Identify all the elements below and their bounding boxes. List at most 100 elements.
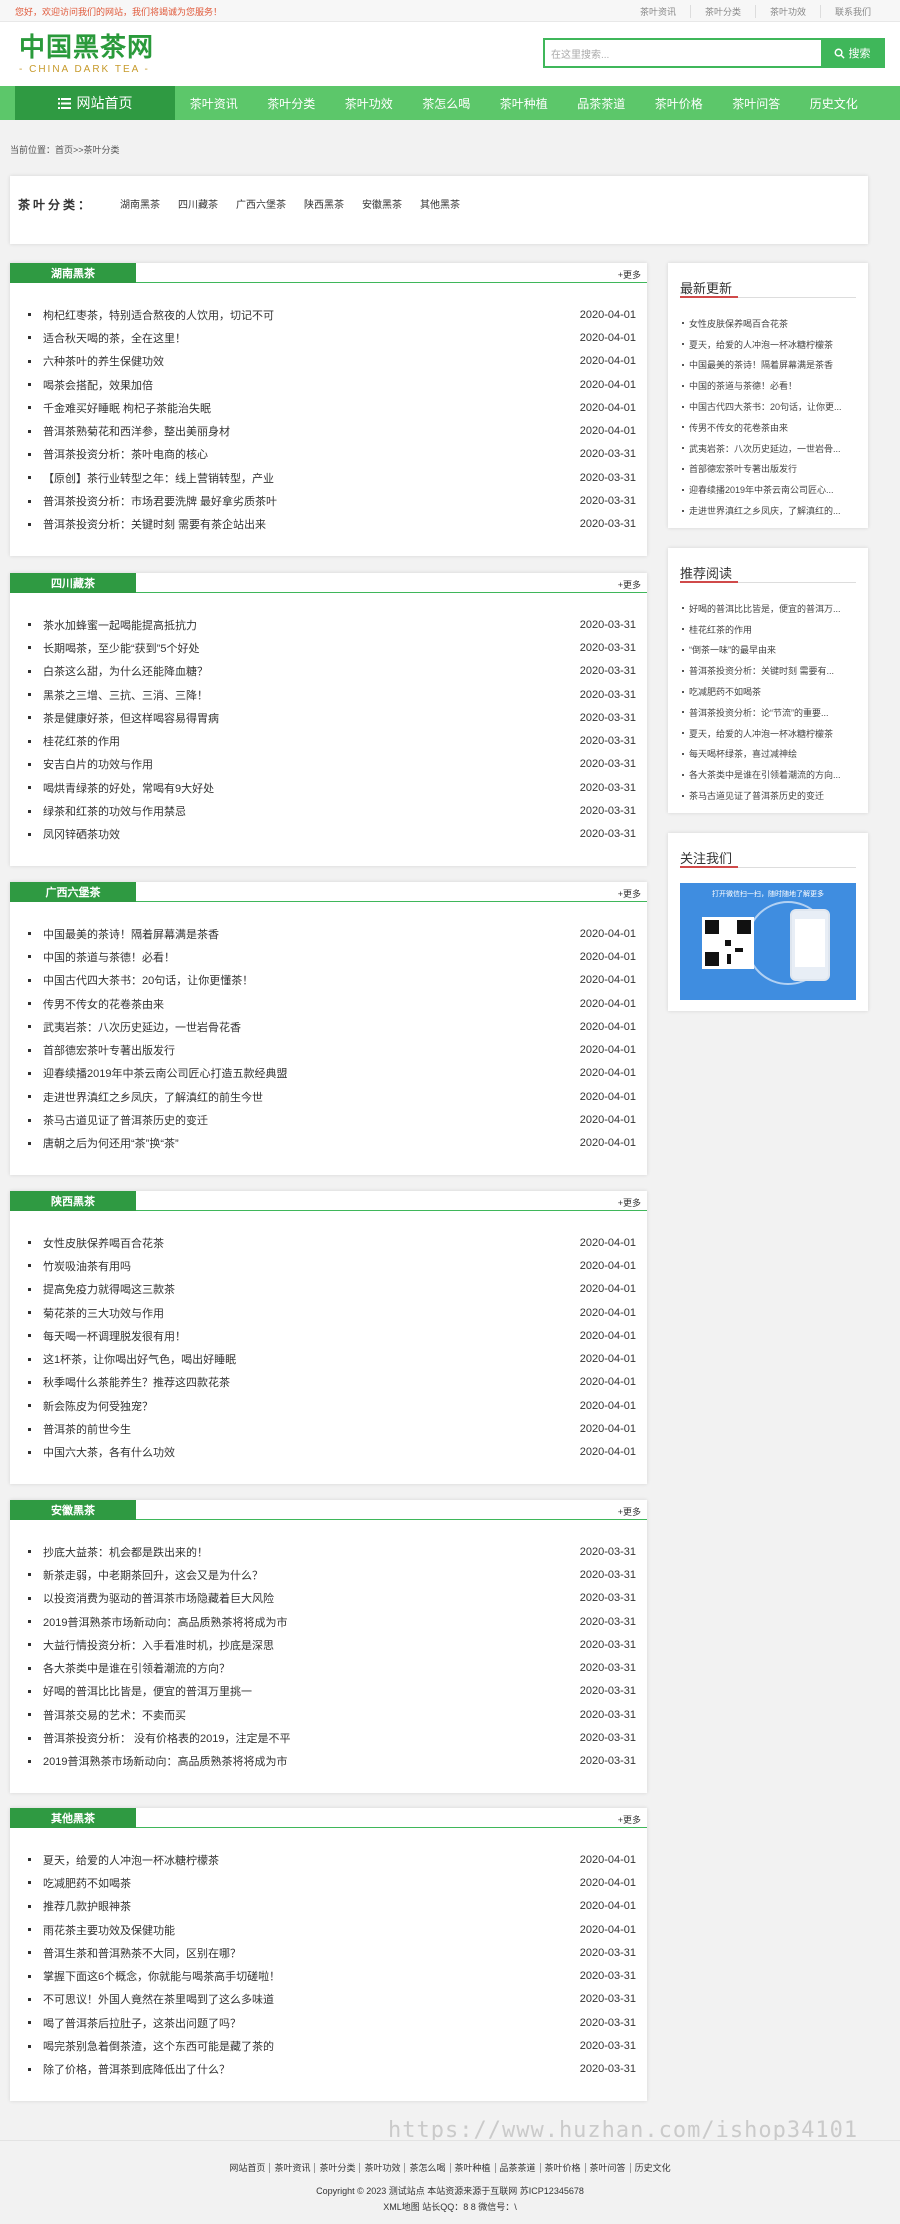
top-link-contact[interactable]: 联系我们 [819,5,885,18]
article-link[interactable]: 这1杯茶，让你喝出好气色，喝出好睡眠 [43,1351,636,1367]
top-link-category[interactable]: 茶叶分类 [689,5,755,18]
article-link[interactable]: 每天喝一杯调理脱发很有用！ [43,1328,636,1344]
sidebar-item[interactable]: 走进世界滇红之乡凤庆，了解滇红的... [682,500,860,521]
article-link[interactable]: 千金难买好睡眠 枸杞子茶能治失眠 [43,400,636,416]
article-link[interactable]: 中国最美的茶诗！隔着屏幕满是茶香 [43,926,636,942]
article-link[interactable]: 走进世界滇红之乡凤庆，了解滇红的前生今世 [43,1089,636,1105]
footer-link[interactable]: 茶叶价格 [539,2163,585,2173]
article-link[interactable]: 新茶走弱，中老期茶回升，这会又是为什么？ [43,1567,636,1583]
sidebar-item[interactable]: 女性皮肤保养喝百合花茶 [682,313,860,334]
nav-home[interactable]: 网站首页 [15,86,175,120]
sidebar-item[interactable]: 夏天，给爱的人冲泡一杯冰糖柠檬茶 [682,334,860,355]
sidebar-item[interactable]: 桂花红茶的作用 [682,619,860,640]
article-link[interactable]: 武夷岩茶：八次历史延边，一世岩骨花香 [43,1019,636,1035]
article-link[interactable]: 普洱茶交易的艺术：不卖而买 [43,1707,636,1723]
section-title[interactable]: 其他黑茶 [10,1808,136,1828]
section-title[interactable]: 广西六堡茶 [10,882,136,902]
article-link[interactable]: 茶是健康好茶，但这样喝容易得胃病 [43,710,636,726]
article-link[interactable]: 中国古代四大茶书：20句话，让你更懂茶！ [43,972,636,988]
article-link[interactable]: 安吉白片的功效与作用 [43,756,636,772]
nav-item-tea-ceremony[interactable]: 品茶茶道 [563,95,641,112]
article-link[interactable]: 枸杞红枣茶，特别适合熬夜的人饮用，切记不可 [43,307,636,323]
section-title[interactable]: 安徽黑茶 [10,1500,136,1520]
sidebar-item[interactable]: 各大茶类中是谁在引领着潮流的方向... [682,764,860,785]
category-link[interactable]: 陕西黑茶 [304,196,344,211]
section-title[interactable]: 四川藏茶 [10,573,136,593]
search-button[interactable]: 搜索 [821,40,883,66]
article-link[interactable]: 首部德宏茶叶专著出版发行 [43,1042,636,1058]
section-title[interactable]: 陕西黑茶 [10,1191,136,1211]
article-link[interactable]: 推荐几款护眼神茶 [43,1898,636,1914]
nav-item-planting[interactable]: 茶叶种植 [485,95,563,112]
footer-link[interactable]: 茶叶功效 [359,2163,405,2173]
article-link[interactable]: 喝完茶别急着倒茶渣，这个东西可能是藏了茶的 [43,2038,636,2054]
nav-item-effects[interactable]: 茶叶功效 [330,95,408,112]
article-link[interactable]: 竹炭吸油茶有用吗 [43,1258,636,1274]
sidebar-item[interactable]: 中国的茶道与茶德！必看！ [682,375,860,396]
article-link[interactable]: 女性皮肤保养喝百合花茶 [43,1235,636,1251]
footer-link[interactable]: 品茶茶道 [494,2163,540,2173]
article-link[interactable]: 茶马古道见证了普洱茶历史的变迁 [43,1112,636,1128]
sidebar-item[interactable]: 吃减肥药不如喝茶 [682,681,860,702]
nav-item-history[interactable]: 历史文化 [795,95,873,112]
article-link[interactable]: 普洱茶熟菊花和西洋参，整出美丽身材 [43,423,636,439]
sidebar-item[interactable]: 夏天，给爱的人冲泡一杯冰糖柠檬茶 [682,723,860,744]
sidebar-item[interactable]: 茶马古道见证了普洱茶历史的变迁 [682,785,860,806]
sidebar-item[interactable]: 每天喝杯绿茶，喜过减神绘 [682,744,860,765]
sidebar-item[interactable]: 传男不传女的花卷茶由来 [682,417,860,438]
article-link[interactable]: 新会陈皮为何受独宠？ [43,1398,636,1414]
more-link[interactable]: +更多 [618,1505,641,1518]
top-link-effects[interactable]: 茶叶功效 [754,5,820,18]
more-link[interactable]: +更多 [618,268,641,281]
sidebar-item[interactable]: “倒茶一味”的最早由来 [682,640,860,661]
sidebar-item[interactable]: 普洱茶投资分析：论“节流”的重要... [682,702,860,723]
article-link[interactable]: 喝烘青绿茶的好处，常喝有9大好处 [43,780,636,796]
nav-item-price[interactable]: 茶叶价格 [640,95,718,112]
article-link[interactable]: 秋季喝什么茶能养生？推荐这四款花茶 [43,1374,636,1390]
article-link[interactable]: 雨花茶主要功效及保健功能 [43,1922,636,1938]
sidebar-item[interactable]: 中国古代四大茶书：20句话，让你更... [682,396,860,417]
article-link[interactable]: 各大茶类中是谁在引领着潮流的方向？ [43,1660,636,1676]
article-link[interactable]: 掌握下面这6个概念，你就能与喝茶高手切磋啦！ [43,1968,636,1984]
sidebar-item[interactable]: 中国最美的茶诗！隔着屏幕满是茶香 [682,355,860,376]
article-link[interactable]: 夏天，给爱的人冲泡一杯冰糖柠檬茶 [43,1852,636,1868]
sidebar-item[interactable]: 好喝的普洱比比皆是，便宜的普洱万... [682,598,860,619]
article-link[interactable]: 以投资消费为驱动的普洱茶市场隐藏着巨大风险 [43,1590,636,1606]
article-link[interactable]: 普洱茶投资分析：茶叶电商的核心 [43,446,636,462]
article-link[interactable]: 白茶这么甜，为什么还能降血糖？ [43,663,636,679]
sidebar-item[interactable]: 迎春续播2019年中茶云南公司匠心... [682,479,860,500]
footer-link[interactable]: 茶叶分类 [314,2163,360,2173]
article-link[interactable]: 菊花茶的三大功效与作用 [43,1305,636,1321]
article-link[interactable]: 2019普洱熟茶市场新动向：高品质熟茶将将成为市 [43,1753,636,1769]
article-link[interactable]: 绿茶和红茶的功效与作用禁忌 [43,803,636,819]
sidebar-item[interactable]: 普洱茶投资分析：关键时刻 需要有... [682,660,860,681]
footer-link[interactable]: 历史文化 [629,2163,675,2173]
nav-item-how-to-drink[interactable]: 茶怎么喝 [408,95,486,112]
site-logo[interactable]: 中国黑茶网 - CHINA DARK TEA - [19,34,154,75]
article-link[interactable]: 传男不传女的花卷茶由来 [43,996,636,1012]
article-link[interactable]: 桂花红茶的作用 [43,733,636,749]
sidebar-item[interactable]: 首部德宏茶叶专著出版发行 [682,459,860,480]
footer-link[interactable]: 茶叶资讯 [269,2163,315,2173]
nav-item-category[interactable]: 茶叶分类 [253,95,331,112]
footer-link[interactable]: 茶叶问答 [584,2163,630,2173]
article-link[interactable]: 迎春续播2019年中茶云南公司匠心打造五款经典盟 [43,1065,636,1081]
article-link[interactable]: 抄底大益茶：机会都是跌出来的！ [43,1544,636,1560]
more-link[interactable]: +更多 [618,578,641,591]
article-link[interactable]: 普洱生茶和普洱熟茶不大同，区别在哪？ [43,1945,636,1961]
article-link[interactable]: 六种茶叶的养生保健功效 [43,353,636,369]
section-title[interactable]: 湖南黑茶 [10,263,136,283]
article-link[interactable]: 适合秋天喝的茶，全在这里！ [43,330,636,346]
article-link[interactable]: 普洱茶投资分析：市场君要洗牌 最好拿劣质茶叶 [43,493,636,509]
article-link[interactable]: 中国的茶道与茶德！必看！ [43,949,636,965]
article-link[interactable]: 提高免疫力就得喝这三款茶 [43,1281,636,1297]
more-link[interactable]: +更多 [618,887,641,900]
article-link[interactable]: 中国六大茶，各有什么功效 [43,1444,636,1460]
article-link[interactable]: 喝了普洱茶后拉肚子，这茶出问题了吗？ [43,2015,636,2031]
sidebar-item[interactable]: 武夷岩茶：八次历史延边，一世岩骨... [682,438,860,459]
footer-link[interactable]: 网站首页 [225,2163,269,2173]
category-link[interactable]: 其他黑茶 [420,196,460,211]
article-link[interactable]: 【原创】茶行业转型之年：线上营销转型，产业 [43,470,636,486]
footer-link[interactable]: 茶叶种植 [449,2163,495,2173]
category-link[interactable]: 湖南黑茶 [120,196,160,211]
